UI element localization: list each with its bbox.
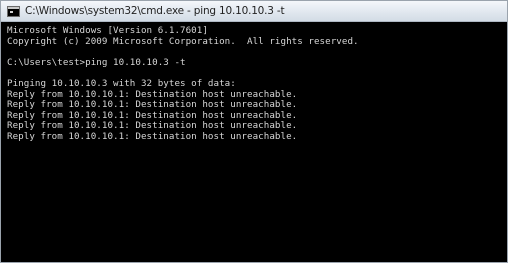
copyright-line: Copyright (c) 2009 Microsoft Corporation… xyxy=(7,35,359,47)
reply-line: Reply from 10.10.10.1: Destination host … xyxy=(7,130,298,142)
version-line: Microsoft Windows [Version 6.1.7601] xyxy=(7,26,208,36)
console-output[interactable]: Microsoft Windows [Version 6.1.7601] Cop… xyxy=(7,26,503,258)
title-bar[interactable]: C:\Windows\system32\cmd.exe - ping 10.10… xyxy=(1,1,507,22)
window-title: C:\Windows\system32\cmd.exe - ping 10.10… xyxy=(25,5,285,17)
cmd-window: C:\Windows\system32\cmd.exe - ping 10.10… xyxy=(0,0,508,263)
pinging-line: Pinging 10.10.10.3 with 32 bytes of data… xyxy=(7,77,236,89)
cmd-console-icon xyxy=(7,5,20,17)
command-prompt-line: C:\Users\test>ping 10.10.10.3 -t xyxy=(7,56,186,68)
